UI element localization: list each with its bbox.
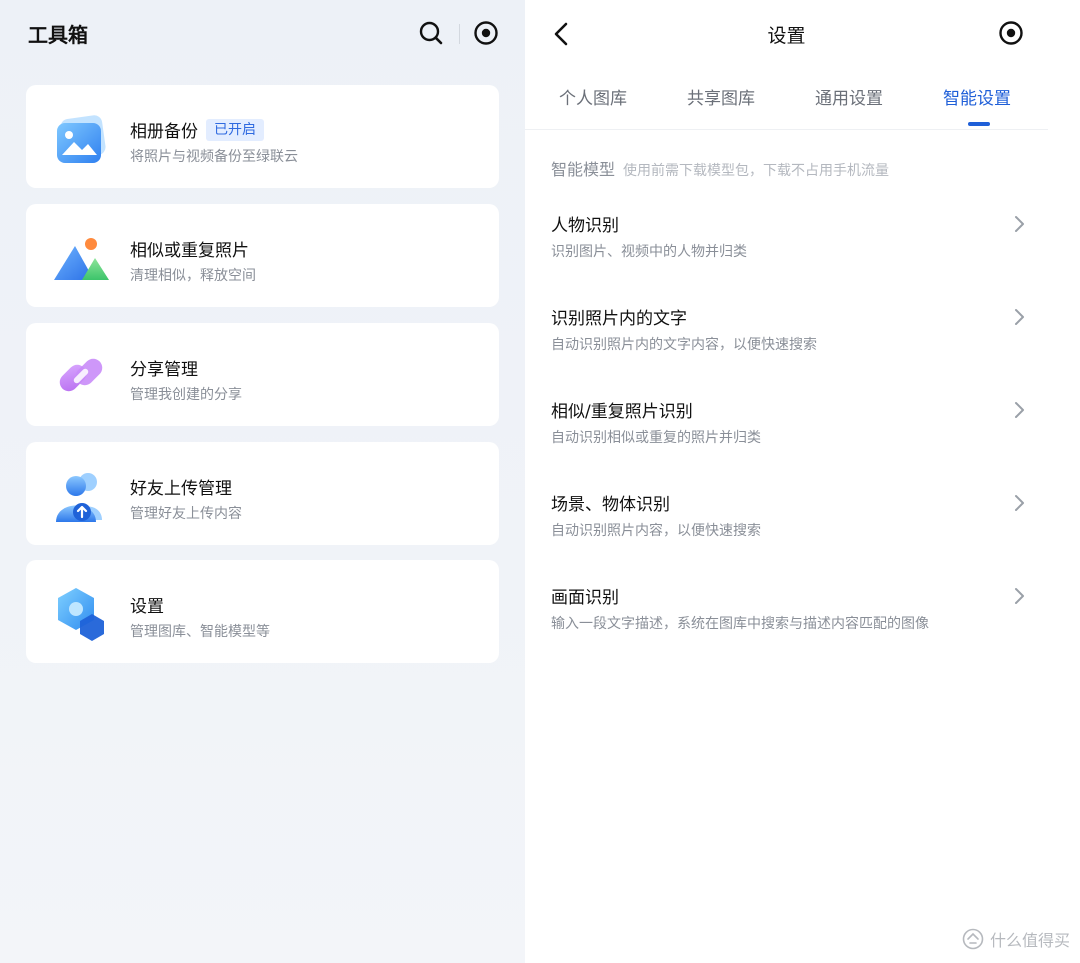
friend-upload-icon <box>56 473 102 522</box>
list-item-image-recognition[interactable]: 画面识别 输入一段文字描述，系统在图库中搜索与描述内容匹配的图像 <box>551 583 1031 653</box>
card-share-manage[interactable]: 分享管理 管理我创建的分享 <box>26 323 499 426</box>
item-title: 识别照片内的文字 <box>551 309 687 329</box>
hexagon-settings-icon <box>58 588 104 641</box>
item-title: 人物识别 <box>551 216 619 236</box>
section-header: 智能模型 使用前需下载模型包，下载不占用手机流量 <box>551 156 889 180</box>
tab-general-settings[interactable]: 通用设置 <box>815 84 883 109</box>
card-title: 分享管理 <box>130 360 198 380</box>
chevron-right-icon <box>1015 588 1024 604</box>
card-title: 设置 <box>130 597 164 617</box>
section-note: 使用前需下载模型包，下载不占用手机流量 <box>623 163 890 179</box>
photo-album-icon <box>57 115 106 163</box>
card-title: 好友上传管理 <box>130 479 232 499</box>
watermark-logo-icon <box>962 928 984 950</box>
chevron-right-icon <box>1015 309 1024 325</box>
tab-shared-library[interactable]: 共享图库 <box>687 84 755 109</box>
link-icon <box>59 358 103 392</box>
card-title: 相似或重复照片 <box>130 241 249 261</box>
watermark: 什么值得买 <box>962 927 1070 951</box>
watermark-text: 什么值得买 <box>989 931 1070 950</box>
section-title: 智能模型 <box>551 160 616 179</box>
card-subtitle: 管理好友上传内容 <box>130 506 242 522</box>
item-title: 相似/重复照片识别 <box>551 402 693 422</box>
target-icon[interactable] <box>998 20 1024 46</box>
search-icon[interactable] <box>418 20 444 46</box>
item-subtitle: 自动识别照片内的文字内容，以便快速搜索 <box>551 337 817 353</box>
settings-tabs: 个人图库 共享图库 通用设置 智能设置 <box>525 72 1048 130</box>
settings-panel: 设置 个人图库 共享图库 通用设置 智能设置 智能模型 使用前需下载模型包，下载… <box>525 0 1080 963</box>
card-album-backup[interactable]: 相册备份 已开启 将照片与视频备份至绿联云 <box>26 85 499 188</box>
card-similar-photos[interactable]: 相似或重复照片 清理相似，释放空间 <box>26 204 499 307</box>
chevron-right-icon <box>1015 495 1024 511</box>
card-subtitle: 管理图库、智能模型等 <box>130 624 270 640</box>
card-subtitle: 清理相似，释放空间 <box>130 268 256 284</box>
status-badge: 已开启 <box>206 118 264 141</box>
tab-smart-settings[interactable]: 智能设置 <box>943 84 1011 109</box>
item-subtitle: 识别图片、视频中的人物并归类 <box>551 244 747 260</box>
item-subtitle: 输入一段文字描述，系统在图库中搜索与描述内容匹配的图像 <box>551 616 929 632</box>
card-subtitle: 管理我创建的分享 <box>130 387 242 403</box>
toolbox-panel: 工具箱 相册备份 已开启 将照片与视频备份至绿联云 相似或重复照片 清理相似，释… <box>0 0 525 963</box>
list-item-similar-recognition[interactable]: 相似/重复照片识别 自动识别相似或重复的照片并归类 <box>551 397 1031 467</box>
chevron-right-icon <box>1015 216 1024 232</box>
page-title: 工具箱 <box>28 23 88 47</box>
toolbox-header: 工具箱 <box>0 0 525 68</box>
card-settings[interactable]: 设置 管理图库、智能模型等 <box>26 560 499 663</box>
list-item-scene-recognition[interactable]: 场景、物体识别 自动识别照片内容，以便快速搜索 <box>551 490 1031 560</box>
active-tab-indicator <box>968 122 990 126</box>
chevron-right-icon <box>1015 402 1024 418</box>
card-friend-upload[interactable]: 好友上传管理 管理好友上传内容 <box>26 442 499 545</box>
card-subtitle: 将照片与视频备份至绿联云 <box>130 149 298 165</box>
card-title: 相册备份 已开启 <box>130 117 264 142</box>
item-subtitle: 自动识别照片内容，以便快速搜索 <box>551 523 761 539</box>
item-title: 场景、物体识别 <box>551 495 670 515</box>
list-item-person-recognition[interactable]: 人物识别 识别图片、视频中的人物并归类 <box>551 211 1031 281</box>
settings-title: 设置 <box>767 25 806 47</box>
mountain-sun-icon <box>54 238 109 280</box>
list-item-text-recognition[interactable]: 识别照片内的文字 自动识别照片内的文字内容，以便快速搜索 <box>551 304 1031 374</box>
header-divider <box>459 24 460 44</box>
tab-personal-library[interactable]: 个人图库 <box>559 84 627 109</box>
target-icon[interactable] <box>473 20 499 46</box>
item-subtitle: 自动识别相似或重复的照片并归类 <box>551 430 761 446</box>
item-title: 画面识别 <box>551 588 619 608</box>
